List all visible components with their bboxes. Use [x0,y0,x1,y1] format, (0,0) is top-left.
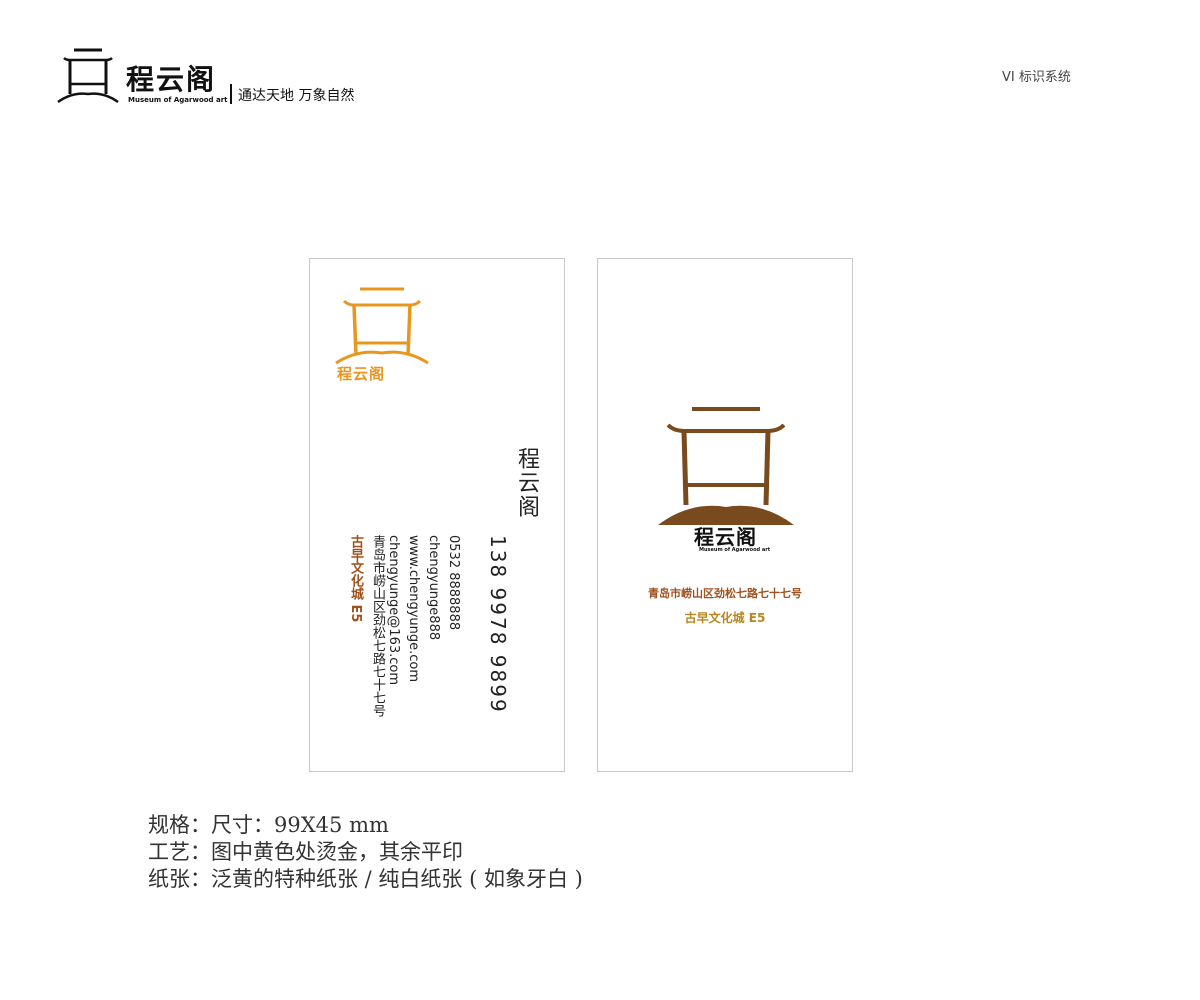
spec-label: 纸张： [148,867,211,891]
mobile-number: 138 9978 9899 [486,535,510,714]
business-card-back: 程云阁 Museum of Agarwood art 青岛市崂山区劲松七路七十七… [597,258,853,772]
business-card-front: 程云阁 程云阁 138 9978 9899 0532 8888888 cheng… [309,258,565,772]
back-address: 青岛市崂山区劲松七路七十七号 [648,587,802,600]
header-logo: 程云阁 Museum of Agarwood art 通达天地 万象自然 [56,44,376,114]
pavilion-logo-icon [658,407,794,525]
website: www.chengyunge.com [406,535,421,683]
back-city-location: 古早文化城 E5 [684,611,766,625]
spec-value: 泛黄的特种纸张 / 纯白纸张 ( 如象牙白 ) [211,867,583,891]
wechat-id: chengyunge888 [426,535,441,641]
tel-number: 0532 8888888 [446,535,461,631]
brand-name-cn: 程云阁 [126,63,217,96]
spec-size: 规格：尺寸：99X45 mm [148,812,583,839]
header-divider [230,84,232,104]
section-label: VI 标识系统 [1002,70,1071,85]
brand-name-en: Museum of Agarwood art [128,96,228,104]
back-logo-name: 程云阁 [694,525,757,549]
back-logo-en: Museum of Agarwood art [699,547,771,553]
address: 青岛市崂山区劲松七路七十七号 [370,535,385,717]
spec-label: 规格： [148,813,211,837]
spec-label: 工艺： [148,840,211,864]
company-name: 程云阁 [514,447,539,519]
pavilion-logo-icon [57,48,119,104]
email-address: chengyunge@163.com [386,535,401,686]
pavilion-logo-icon [335,287,429,365]
spec-paper: 纸张：泛黄的特种纸张 / 纯白纸张 ( 如象牙白 ) [148,866,583,893]
spec-value: 尺寸：99X45 mm [211,813,389,837]
card-specs: 规格：尺寸：99X45 mm 工艺：图中黄色处烫金，其余平印 纸张：泛黄的特种纸… [148,812,583,893]
brand-slogan: 通达天地 万象自然 [238,88,355,104]
city-location: 古早文化城 E5 [348,535,363,623]
spec-value: 图中黄色处烫金，其余平印 [211,840,463,864]
spec-process: 工艺：图中黄色处烫金，其余平印 [148,839,583,866]
front-logo-name: 程云阁 [337,365,386,383]
